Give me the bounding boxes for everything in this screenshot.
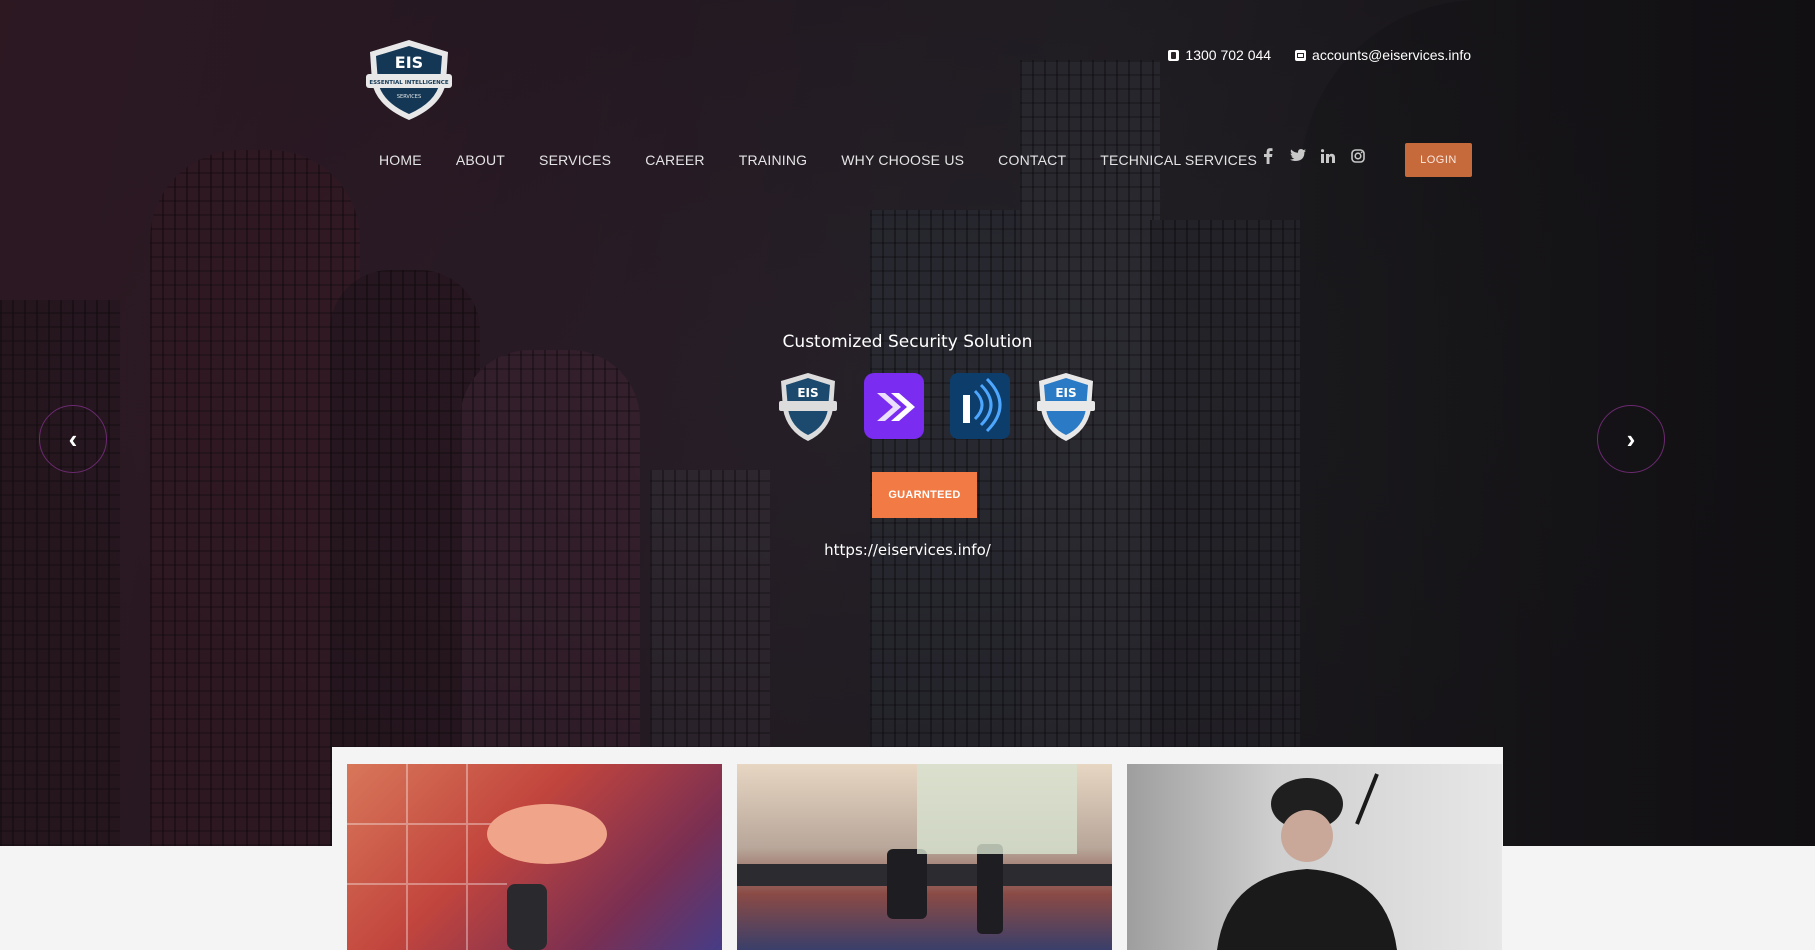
background-building: [1020, 60, 1160, 846]
services-cards: [332, 747, 1503, 950]
security-guard-card[interactable]: [1127, 764, 1502, 950]
hero-banner: EIS ESSENTIAL INTELLIGENCE SERVICES 1300…: [0, 0, 1815, 846]
main-nav: HOME ABOUT SERVICES CAREER TRAINING WHY …: [379, 150, 1291, 170]
linkedin-icon[interactable]: [1320, 148, 1336, 164]
chevron-right-icon: ›: [1626, 423, 1636, 454]
nav-training[interactable]: TRAINING: [739, 150, 808, 170]
security-guard-image: [1217, 773, 1397, 950]
purple-app-logo: [864, 373, 924, 439]
eis-blue-logo: EIS: [1037, 373, 1095, 441]
svg-text:ESSENTIAL INTELLIGENCE: ESSENTIAL INTELLIGENCE: [369, 80, 448, 86]
hero-url[interactable]: https://eiservices.info/: [0, 541, 1815, 559]
phone-number[interactable]: 1300 702 044: [1185, 47, 1271, 63]
partner-logo-text: EIS: [1055, 386, 1076, 400]
facebook-icon[interactable]: [1260, 148, 1276, 164]
nav-services[interactable]: SERVICES: [539, 150, 611, 170]
phone-contact[interactable]: 1300 702 044: [1168, 47, 1271, 63]
login-button[interactable]: LOGIN: [1405, 143, 1472, 177]
background-building: [150, 150, 360, 846]
social-links: [1260, 148, 1366, 164]
partner-logo-text: EIS: [797, 386, 818, 400]
nav-career[interactable]: CAREER: [645, 150, 705, 170]
email-contact[interactable]: accounts@eiservices.info: [1295, 47, 1471, 63]
nav-technical-services[interactable]: TECHNICAL SERVICES: [1100, 150, 1257, 170]
chevron-left-icon: ‹: [68, 423, 78, 454]
mail-icon: [1295, 49, 1307, 61]
nav-about[interactable]: ABOUT: [456, 150, 505, 170]
security-belt-card[interactable]: [737, 764, 1112, 950]
instagram-icon[interactable]: [1350, 148, 1366, 164]
prev-slide-button[interactable]: ‹: [39, 405, 107, 473]
cctv-card[interactable]: [347, 764, 722, 950]
nav-home[interactable]: HOME: [379, 150, 422, 170]
nav-contact[interactable]: CONTACT: [998, 150, 1066, 170]
svg-text:SERVICES: SERVICES: [397, 94, 421, 100]
background-building: [0, 300, 120, 846]
signal-app-logo: [950, 373, 1010, 439]
next-slide-button[interactable]: ›: [1597, 405, 1665, 473]
guaranteed-button[interactable]: GUARNTEED: [872, 472, 977, 518]
phone-icon: [1168, 49, 1180, 61]
cctv-image: [347, 764, 607, 950]
svg-text:EIS: EIS: [395, 53, 423, 72]
partner-logos: EIS EIS: [777, 371, 1097, 443]
security-belt-image: [737, 764, 1112, 934]
guard-silhouette: [1300, 0, 1815, 846]
contact-bar: 1300 702 044 accounts@eiservices.info: [1168, 47, 1471, 63]
nav-why-choose-us[interactable]: WHY CHOOSE US: [841, 150, 964, 170]
twitter-icon[interactable]: [1290, 148, 1306, 164]
eis-partner-logo: EIS: [779, 373, 837, 441]
eis-logo[interactable]: EIS ESSENTIAL INTELLIGENCE SERVICES: [362, 36, 456, 122]
email-address[interactable]: accounts@eiservices.info: [1312, 47, 1471, 63]
hero-tagline: Customized Security Solution: [782, 332, 1033, 352]
